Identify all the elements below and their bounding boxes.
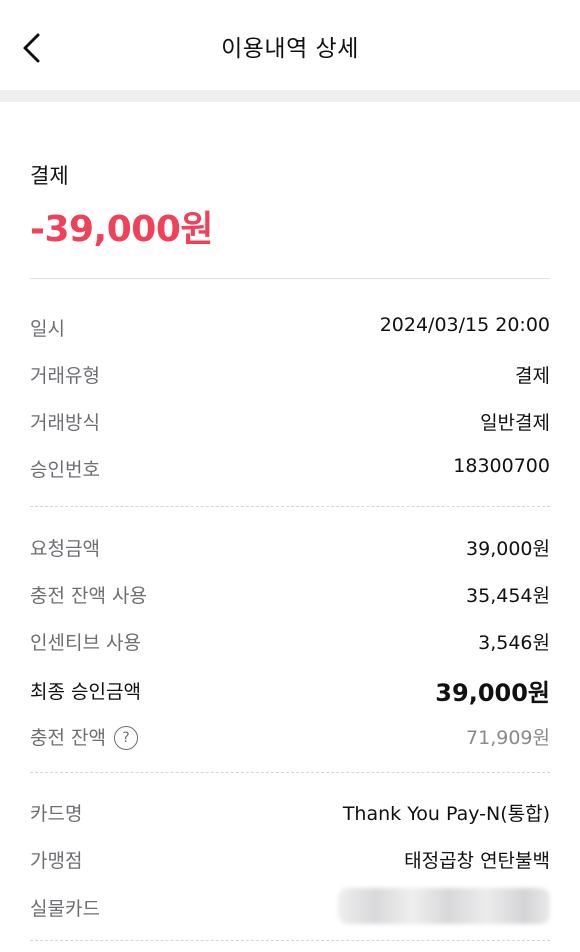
amount-row-charged-balance: 충전 잔액? 71,909원 [30, 723, 550, 753]
card-row-name: 카드명 Thank You Pay-N(통합) [30, 799, 550, 829]
detail-value: 18300700 [453, 455, 550, 477]
section-divider [30, 278, 550, 279]
amount-value: 39,000원 [466, 538, 550, 560]
question-circle-icon[interactable]: ? [113, 726, 138, 750]
header-divider-band [0, 90, 580, 102]
section-divider [30, 940, 550, 941]
detail-row-transaction-type: 거래유형 결제 [30, 361, 550, 391]
amount-row-final-approved: 최종 승인금액 39,000원 [30, 677, 550, 707]
detail-label: 거래방식 [30, 412, 100, 434]
detail-row-transaction-method: 거래방식 일반결제 [30, 408, 550, 438]
transaction-amount: -39,000원 [30, 209, 213, 250]
section-divider [30, 772, 550, 773]
detail-value: 일반결제 [480, 412, 550, 434]
detail-row-datetime: 일시 2024/03/15 20:00 [30, 314, 550, 344]
amount-label: 최종 승인금액 [30, 681, 141, 703]
transaction-type-label: 결제 [30, 164, 69, 188]
amount-row-incentive-used: 인센티브 사용 3,546원 [30, 628, 550, 658]
app-header: 이용내역 상세 [0, 0, 580, 90]
amount-value: 35,454원 [466, 585, 550, 607]
detail-label: 승인번호 [30, 459, 100, 481]
amount-value: 39,000원 [435, 679, 550, 707]
amount-label: 충전 잔액? [30, 723, 138, 750]
amount-row-requested: 요청금액 39,000원 [30, 534, 550, 564]
detail-row-approval-number: 승인번호 18300700 [30, 455, 550, 485]
card-value: Thank You Pay-N(통합) [342, 803, 550, 825]
amount-value: 71,909원 [466, 727, 550, 749]
section-divider [30, 506, 550, 507]
card-label: 실물카드 [30, 898, 100, 920]
card-label: 카드명 [30, 803, 83, 825]
page-title: 이용내역 상세 [221, 36, 359, 62]
amount-label: 요청금액 [30, 538, 100, 560]
detail-label: 일시 [30, 318, 65, 340]
card-row-merchant: 가맹점 태정곱창 연탄불백 [30, 846, 550, 876]
card-value: 태정곱창 연탄불백 [404, 850, 550, 872]
amount-value: 3,546원 [478, 632, 550, 654]
detail-value: 2024/03/15 20:00 [379, 314, 550, 336]
card-label: 가맹점 [30, 850, 83, 872]
amount-row-balance-used: 충전 잔액 사용 35,454원 [30, 581, 550, 611]
masked-card-number [338, 888, 550, 924]
detail-value: 결제 [515, 365, 550, 387]
amount-label: 충전 잔액 사용 [30, 585, 147, 607]
amount-label: 인센티브 사용 [30, 632, 141, 654]
amount-label-text: 충전 잔액 [30, 727, 106, 749]
detail-label: 거래유형 [30, 365, 100, 387]
card-row-physical-card: 실물카드 [30, 888, 550, 924]
